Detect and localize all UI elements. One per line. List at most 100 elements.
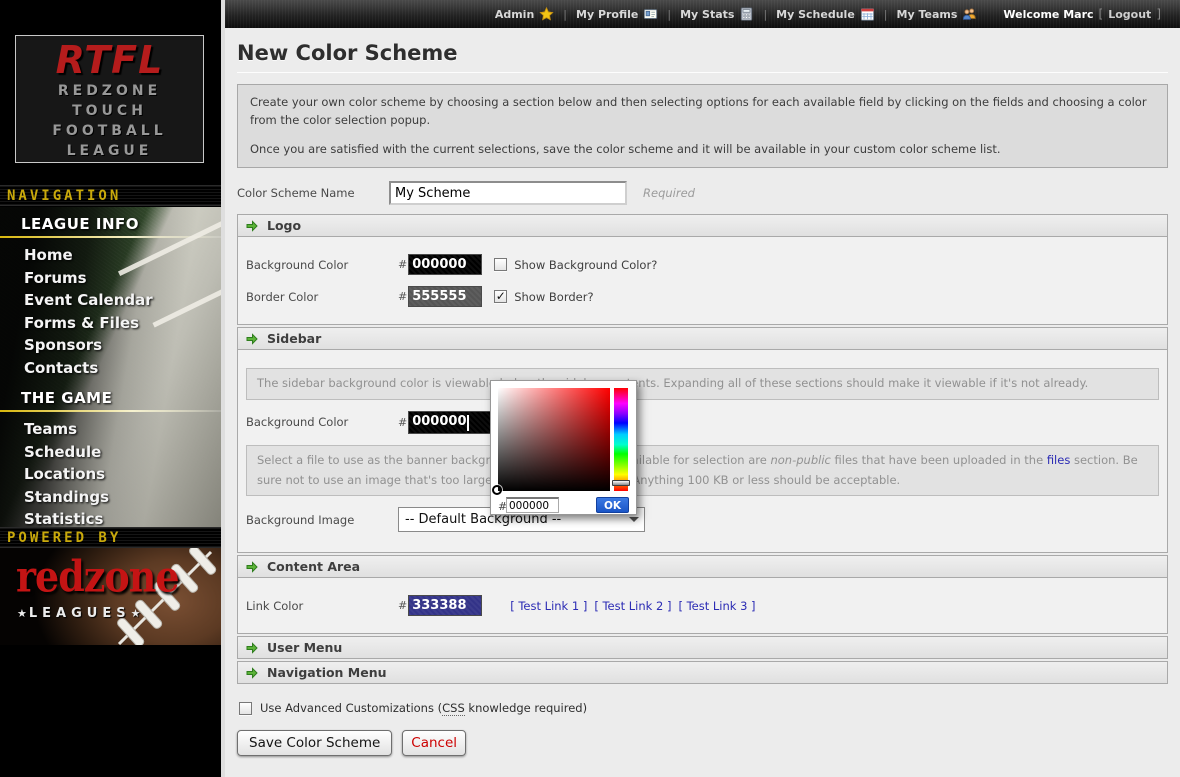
sidebar-item-forums[interactable]: Forums [24,267,221,290]
saturation-value-square[interactable] [498,388,610,491]
color-scheme-name-label: Color Scheme Name [237,186,389,200]
advanced-customizations-row: Use Advanced Customizations (CSS knowled… [237,701,1168,715]
topbar-separator: | [884,8,888,21]
ok-button[interactable]: OK [596,497,629,513]
topbar-user-area: Welcome Marc [ Logout ] [1003,7,1166,21]
section-header-navigation-menu[interactable]: Navigation Menu [237,661,1168,684]
show-border-checkbox[interactable]: ✓ [494,290,507,303]
section-title: Navigation Menu [267,665,387,680]
logo-bg-color-swatch[interactable]: 000000 [408,254,482,275]
show-bg-color-checkbox[interactable] [494,258,507,271]
sidebar-bg-note: The sidebar background color is viewable… [246,368,1159,400]
section-header-logo[interactable]: Logo [237,214,1168,237]
section-title: Content Area [267,559,360,574]
section-header-user-menu[interactable]: User Menu [237,636,1168,659]
sidebar-item-schedule[interactable]: Schedule [24,441,221,464]
sidebar-item-standings[interactable]: Standings [24,486,221,509]
section-title: Sidebar [267,331,321,346]
section-box-logo: Background Color # 000000 Show Backgroun… [237,237,1168,325]
sidebar-item-locations[interactable]: Locations [24,463,221,486]
powered-by-banner: POWERED BY [0,527,221,548]
section-box-content-area: Link Color # 333388 [ Test Link 1 ] [ Te… [237,578,1168,634]
topbar-item-admin[interactable]: Admin [495,7,554,21]
logo-bg-color-row: Background Color # 000000 Show Backgroun… [246,254,1159,275]
calculator-icon [739,7,754,21]
sidebar-nav: LEAGUE INFO Home Forums Event Calendar F… [0,207,221,527]
link-color-row: Link Color # 333388 [ Test Link 1 ] [ Te… [246,595,1159,616]
text-caret [467,415,469,431]
section-title: User Menu [267,640,342,655]
section-header-content-area[interactable]: Content Area [237,555,1168,578]
files-link[interactable]: files [1047,453,1071,467]
topbar-separator: | [563,8,567,21]
color-scheme-name-input[interactable] [389,181,627,205]
star-icon [539,7,554,21]
sidebar-item-teams[interactable]: Teams [24,418,221,441]
title-rule [237,72,1168,73]
logout-bracket: ] [1156,7,1161,21]
hue-slider-handle[interactable] [612,480,630,486]
sidebar-item-contacts[interactable]: Contacts [24,357,221,380]
green-arrow-icon [246,333,258,345]
league-logo[interactable]: RTFL REDZONE TOUCH FOOTBALL LEAGUE [15,35,204,163]
nav-section-title-league-info: LEAGUE INFO [21,215,221,233]
league-logo-line: LEAGUE [16,142,203,162]
sidebar: RTFL REDZONE TOUCH FOOTBALL LEAGUE NAVIG… [0,0,221,777]
color-selector-ring[interactable] [492,485,502,495]
intro-paragraph: Once you are satisfied with the current … [250,141,1155,159]
intro-paragraph: Create your own color scheme by choosing… [250,94,1155,130]
section-title: Logo [267,218,301,233]
hex-value-input[interactable] [506,497,559,513]
nav-underline [0,410,221,412]
league-logo-line: TOUCH [16,102,203,122]
sidebar-item-forms-files[interactable]: Forms & Files [24,312,221,335]
sidebar-item-event-calendar[interactable]: Event Calendar [24,289,221,312]
topbar-item-my-teams[interactable]: My Teams [897,7,978,21]
nav-list-the-game: Teams Schedule Locations Standings Stati… [0,418,221,527]
checkmark-icon: ✓ [496,289,506,303]
save-color-scheme-button[interactable]: Save Color Scheme [237,730,392,756]
advanced-customizations-checkbox[interactable] [239,702,252,715]
test-link-3[interactable]: [ Test Link 3 ] [678,599,755,613]
green-arrow-icon [246,220,258,232]
color-scheme-name-row: Color Scheme Name Required [237,181,1168,205]
sidebar-item-sponsors[interactable]: Sponsors [24,334,221,357]
green-arrow-icon [246,561,258,573]
sidebar-item-home[interactable]: Home [24,244,221,267]
background-image-row: Background Image -- Default Background -… [246,507,1159,532]
logout-bracket: [ [1099,7,1104,21]
group-icon [962,7,977,21]
button-row: Save Color Scheme Cancel [237,730,1168,756]
topbar-item-my-profile[interactable]: My Profile [576,7,658,21]
logo-border-color-swatch[interactable]: 555555 [408,286,482,307]
green-arrow-icon [246,642,258,654]
sidebar-bg-color-swatch[interactable]: 000000 [408,411,499,434]
nav-section-title-the-game: THE GAME [21,389,221,407]
topbar-item-my-stats[interactable]: My Stats [680,7,754,21]
page: RTFL REDZONE TOUCH FOOTBALL LEAGUE NAVIG… [0,0,1180,777]
cancel-button[interactable]: Cancel [402,730,466,756]
hue-strip[interactable] [614,388,628,491]
advanced-label: Use Advanced Customizations (CSS knowled… [260,701,587,715]
sidebar-item-statistics[interactable]: Statistics [24,508,221,527]
topbar-separator: | [763,8,767,21]
required-note: Required [643,186,695,200]
topbar: Admin | My Profile | My Stats | My Sched… [225,0,1180,28]
leagues-brand-text: ★LEAGUES★ [17,606,142,621]
section-header-sidebar[interactable]: Sidebar [237,327,1168,350]
main-content: New Color Scheme Create your own color s… [225,28,1180,777]
topbar-separator: | [667,8,671,21]
link-color-swatch[interactable]: 333388 [408,595,482,616]
logout-link[interactable]: Logout [1108,8,1151,21]
redzone-brand-text: redzone [16,551,179,601]
logo-border-color-row: Border Color # 555555 ✓ Show Border? [246,286,1159,307]
green-arrow-icon [246,667,258,679]
redzone-leagues-logo[interactable]: redzone ★LEAGUES★ [0,548,221,645]
intro-box: Create your own color scheme by choosing… [237,84,1168,168]
css-abbr: CSS [442,701,465,716]
calendar-icon [860,7,875,21]
topbar-item-my-schedule[interactable]: My Schedule [776,7,875,21]
test-link-1[interactable]: [ Test Link 1 ] [510,599,587,613]
navigation-banner: NAVIGATION [0,185,221,206]
test-link-2[interactable]: [ Test Link 2 ] [594,599,671,613]
